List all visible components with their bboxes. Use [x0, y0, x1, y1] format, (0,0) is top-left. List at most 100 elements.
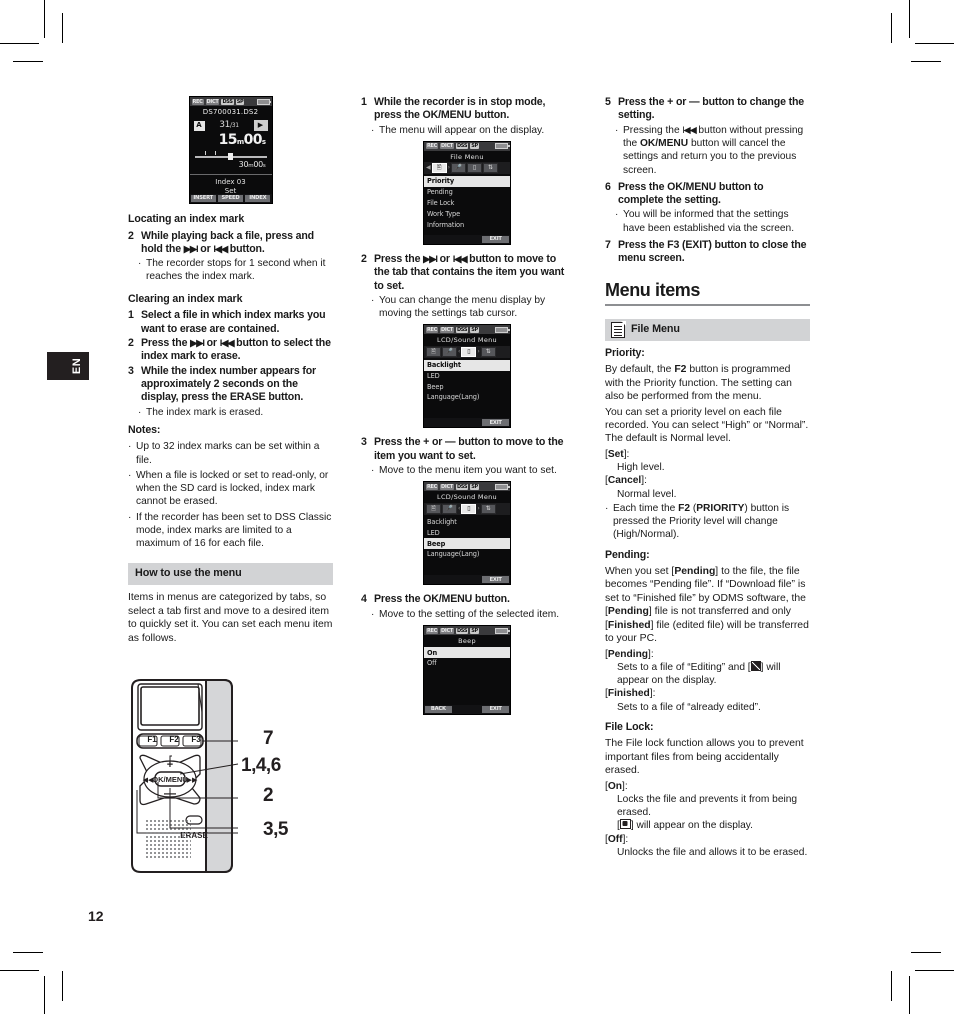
function-key-f3: F3	[191, 735, 201, 744]
status-chip-dss: DSS	[221, 98, 234, 105]
lcd-beep-setting-screen: REC DICT DSS SP Beep On Off BACK EXIT	[423, 625, 511, 715]
how-to-use-menu-text: Items in menus are categorized by tabs, …	[128, 592, 333, 644]
bullet-step1: · The menu will appear on the display.	[371, 124, 573, 137]
lcd-lcdsound-menu-screen-1: REC DICT DSS SP LCD/Sound Menu 🖹 🎤 ‹ ▯ ›…	[423, 324, 511, 429]
bullet-step6: · You will be informed that the settings…	[615, 208, 810, 235]
priority-set-body: High level.	[617, 462, 665, 474]
lcd-softkey-bar: INSERT SPEED INDEX	[189, 194, 272, 203]
filelock-off-body: Unlocks the file and allows it to be era…	[617, 846, 808, 858]
tab-file-icon[interactable]: 🖹	[426, 503, 441, 514]
lcd-softkey-bar: BACK EXIT	[424, 705, 510, 714]
step-text: Press the ▶▶l or l◀◀ button to select th…	[141, 336, 331, 363]
softkey-exit[interactable]: EXIT	[482, 706, 510, 713]
bullet-dot: ·	[128, 511, 132, 523]
tab-device-icon[interactable]: ⇅	[480, 346, 496, 357]
softkey-back[interactable]: BACK	[425, 706, 452, 713]
status-chip-sp: SP	[470, 143, 479, 150]
bullet-clearing-note: · The index mark is erased.	[138, 406, 333, 419]
tab-lcd-icon[interactable]: ▯	[461, 346, 477, 357]
function-key-f1: F1	[147, 735, 157, 744]
step-text: Press the ▶▶l or l◀◀ button to move to t…	[374, 252, 565, 292]
tab-caret-sep: ‹	[458, 504, 461, 512]
softkey-empty-2	[453, 576, 481, 584]
softkey-exit[interactable]: EXIT	[482, 576, 510, 584]
softkey-empty	[453, 706, 481, 713]
note-item: · Up to 32 index marks can be set within…	[128, 440, 333, 467]
manual-page: EN 1 2 REC DICT DSS SP DS700031.DS2 A 31/…	[0, 0, 954, 1014]
status-chip-sp: SP	[470, 326, 479, 333]
play-icon: ▶	[253, 120, 268, 132]
lcd-menu-item-file-lock[interactable]: File Lock	[424, 198, 510, 209]
softkey-exit[interactable]: EXIT	[482, 235, 510, 243]
softkey-empty-2	[453, 235, 481, 243]
lcd-menu-item-backlight[interactable]: Backlight	[424, 517, 510, 528]
rewind-icon: l◀◀	[682, 124, 696, 136]
lcd-menu-list: Priority Pending File Lock Work Type Inf…	[424, 174, 510, 230]
step-2-locating: 2 While playing back a file, press and h…	[128, 230, 333, 257]
step-number: 5	[605, 96, 611, 108]
softkey-exit[interactable]: EXIT	[482, 419, 510, 427]
step-number: 1	[361, 96, 367, 108]
note-text: When a file is locked or set to read-onl…	[136, 469, 329, 508]
tab-file-icon[interactable]: 🖹	[426, 346, 441, 357]
step-2-menu: 2 Press the ▶▶l or l◀◀ button to move to…	[361, 253, 573, 293]
softkey-empty-1	[425, 576, 452, 584]
battery-icon	[495, 483, 510, 490]
tab-device-icon[interactable]: ⇅	[483, 163, 499, 174]
tab-mic-icon[interactable]: 🎤	[442, 503, 457, 514]
lcd-menu-item-work-type[interactable]: Work Type	[424, 209, 510, 220]
status-chip-sp: SP	[470, 627, 479, 634]
lcd-menu-item-beep[interactable]: Beep	[424, 538, 510, 550]
tab-file-icon[interactable]: 🖹	[431, 163, 447, 174]
lcd-menu-item-backlight[interactable]: Backlight	[424, 359, 510, 371]
step-text: Press the + or — button to move to the i…	[374, 436, 564, 462]
step-6-menu: 6 Press the OK/MENU button to complete t…	[605, 181, 810, 208]
lcd-menu-item-priority[interactable]: Priority	[424, 176, 510, 188]
bullet-text: You can change the menu display by movin…	[379, 294, 546, 320]
language-tab-label: EN	[70, 357, 83, 375]
lcd-menu-item-beep[interactable]: Beep	[424, 381, 510, 392]
step-text: Press the + or — button to change the se…	[618, 96, 805, 122]
step-number: 3	[128, 364, 134, 377]
tab-mic-icon[interactable]: 🎤	[442, 346, 457, 357]
column-left: REC DICT DSS SP DS700031.DS2 A 31/31 ▶ 1…	[128, 96, 333, 647]
lcd-menu-item-pending[interactable]: Pending	[424, 187, 510, 198]
mode-badge-a: A	[193, 120, 205, 131]
tab-device-icon[interactable]: ⇅	[480, 503, 496, 514]
status-chip-rec: REC	[426, 143, 439, 150]
tab-caret-sep: ‹	[458, 347, 461, 355]
function-key-f2: F2	[169, 735, 179, 744]
lcd-menu-item-led[interactable]: LED	[424, 371, 510, 382]
step-3-menu: 3 Press the + or — button to move to the…	[361, 436, 573, 463]
tab-lcd-icon[interactable]: ▯	[461, 503, 477, 514]
f2-button-label: F2	[674, 364, 687, 376]
pending-paragraph: When you set [Pending] to the file, the …	[605, 566, 809, 645]
rewind-icon: l◀◀	[452, 253, 468, 265]
status-chip-sp: SP	[235, 98, 245, 105]
lcd-menu-item-language[interactable]: Language(Lang)	[424, 549, 510, 560]
status-chip-dict: DICT	[205, 98, 220, 105]
section-bar-label: File Menu	[631, 322, 680, 335]
label-file-lock: File Lock:	[605, 720, 654, 733]
document-icon	[611, 321, 626, 338]
status-chip-sp: SP	[470, 483, 479, 490]
svg-text:◀◀: ◀◀	[143, 776, 154, 784]
softkey-empty-2	[453, 419, 481, 427]
note-text: If the recorder has been set to DSS Clas…	[136, 511, 332, 550]
priority-cancel-body: Normal level.	[617, 488, 677, 500]
bullet-dot: ·	[138, 406, 142, 418]
callout-146: 1,4,6	[241, 755, 281, 776]
tab-mic-icon[interactable]: 🎤	[451, 163, 467, 174]
status-chip-rec: REC	[426, 326, 439, 333]
lcd-menu-item-language[interactable]: Language(Lang)	[424, 392, 510, 403]
lcd-option-off[interactable]: Off	[424, 658, 510, 669]
tab-lcd-icon[interactable]: ▯	[467, 163, 483, 174]
status-chip-dss: DSS	[455, 326, 469, 333]
note-text: Up to 32 index marks can be set within a…	[136, 441, 320, 466]
lcd-option-on[interactable]: On	[424, 647, 510, 659]
heading-locating-index-mark: Locating an index mark	[128, 213, 245, 225]
lcd-menu-item-led[interactable]: LED	[424, 528, 510, 539]
step-2-clearing: 2 Press the ▶▶l or l◀◀ button to select …	[128, 337, 333, 364]
callout-2: 2	[263, 785, 274, 806]
lcd-menu-item-information[interactable]: Information	[424, 220, 510, 231]
